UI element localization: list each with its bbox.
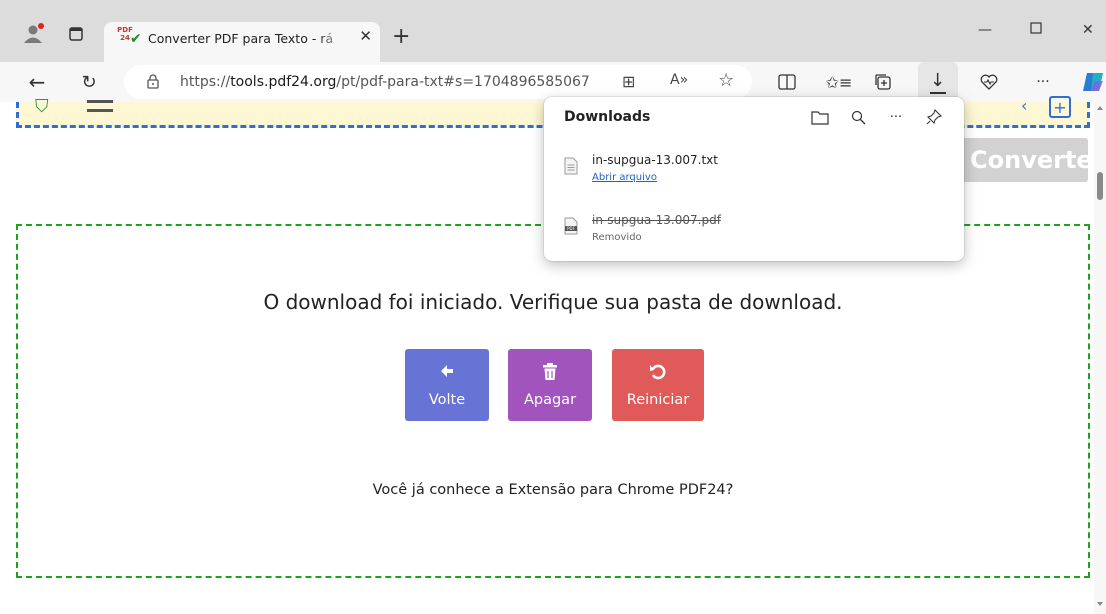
arrow-left-icon <box>405 363 489 383</box>
result-panel: O download foi iniciado. Verifique sua p… <box>16 224 1090 578</box>
new-tab-icon[interactable]: + <box>392 24 410 49</box>
delete-button-label: Apagar <box>523 392 577 408</box>
page-scrollbar[interactable] <box>1094 102 1106 614</box>
download-item[interactable]: in-supgua-13.007.txt Abrir arquivo <box>544 149 964 199</box>
back-button-label: Volte <box>428 392 466 408</box>
back-button[interactable]: Volte <box>405 349 489 421</box>
scroll-up-icon[interactable] <box>1097 106 1103 110</box>
address-bar[interactable]: https://tools.pdf24.org/pt/pdf-para-txt#… <box>124 65 752 99</box>
download-icon: ↓ <box>930 70 946 91</box>
url-text[interactable]: https://tools.pdf24.org/pt/pdf-para-txt#… <box>180 74 590 90</box>
collections-icon[interactable] <box>870 69 896 95</box>
read-aloud-icon[interactable]: A» <box>670 72 688 88</box>
download-status: Removido <box>592 232 642 243</box>
minimize-icon[interactable]: — <box>978 22 992 38</box>
downloads-flyout: Downloads ··· in-supgua-13.007.txt Abrir… <box>544 97 964 261</box>
menu-icon[interactable] <box>87 100 113 112</box>
restart-button-label: Reiniciar <box>626 392 690 408</box>
more-downloads-options-icon[interactable]: ··· <box>886 107 906 127</box>
restart-button[interactable]: Reiniciar <box>612 349 704 421</box>
close-window-icon[interactable]: ✕ <box>1082 22 1094 38</box>
favorite-star-icon[interactable]: ☆ <box>718 70 734 91</box>
convert-button[interactable]: Converter <box>960 138 1088 182</box>
back-icon[interactable]: ← <box>24 69 50 95</box>
more-options-icon[interactable]: ··· <box>1030 69 1056 95</box>
restart-icon <box>612 363 704 383</box>
tab-title: Converter PDF para Texto - rá <box>148 31 334 46</box>
checkmark-icon: ✔ <box>130 31 142 47</box>
app-available-icon[interactable]: ⊞ <box>622 72 635 91</box>
shield-icon[interactable]: ⛉ <box>35 96 49 117</box>
open-file-link[interactable]: Abrir arquivo <box>592 172 657 183</box>
downloads-button[interactable]: ↓ <box>918 62 958 102</box>
delete-button[interactable]: Apagar <box>508 349 592 421</box>
download-started-message: O download foi iniciado. Verifique sua p… <box>263 290 843 314</box>
scroll-down-icon[interactable] <box>1097 602 1103 606</box>
downloads-header: Downloads <box>564 109 651 125</box>
refresh-icon[interactable]: ↻ <box>76 69 102 95</box>
url-prefix: https:// <box>180 74 231 90</box>
chrome-extension-text: Você já conhece a Extensão para Chrome P… <box>372 482 734 498</box>
download-item[interactable]: PDF in-supgua-13.007.pdf Removido <box>544 209 964 259</box>
tab-actions-icon[interactable] <box>62 20 90 48</box>
download-filename: in-supgua-13.007.txt <box>592 153 718 167</box>
favorites-icon[interactable]: ✩≡ <box>826 69 853 95</box>
browser-essentials-icon[interactable] <box>976 69 1002 95</box>
close-tab-icon[interactable]: ✕ <box>359 27 372 45</box>
lock-icon[interactable] <box>146 73 160 93</box>
title-bar: PDF 24 ✔ Converter PDF para Texto - rá ✕… <box>0 0 1106 62</box>
tab-active[interactable]: PDF 24 ✔ Converter PDF para Texto - rá ✕ <box>104 22 380 62</box>
split-screen-icon[interactable] <box>774 69 800 95</box>
svg-text:PDF: PDF <box>567 226 575 231</box>
url-domain: tools.pdf24.org <box>230 74 337 90</box>
search-downloads-icon[interactable] <box>848 107 868 127</box>
copilot-icon[interactable] <box>1080 69 1106 95</box>
navigation-toolbar: ← ↻ https://tools.pdf24.org/pt/pdf-para-… <box>0 62 1106 102</box>
scrollbar-thumb[interactable] <box>1097 172 1103 200</box>
url-path: /pt/pdf-para-txt#s=1704896585067 <box>336 74 590 90</box>
trash-icon <box>508 363 592 383</box>
add-icon[interactable]: + <box>1049 96 1071 118</box>
pdf-file-icon: PDF <box>564 217 578 239</box>
download-filename: in-supgua-13.007.pdf <box>592 213 721 227</box>
text-file-icon <box>564 157 578 179</box>
profile-icon[interactable] <box>20 20 48 48</box>
maximize-icon[interactable] <box>1030 22 1042 38</box>
prev-icon[interactable]: ‹ <box>1021 96 1027 115</box>
pin-icon[interactable] <box>924 107 944 127</box>
open-folder-icon[interactable] <box>810 107 830 127</box>
